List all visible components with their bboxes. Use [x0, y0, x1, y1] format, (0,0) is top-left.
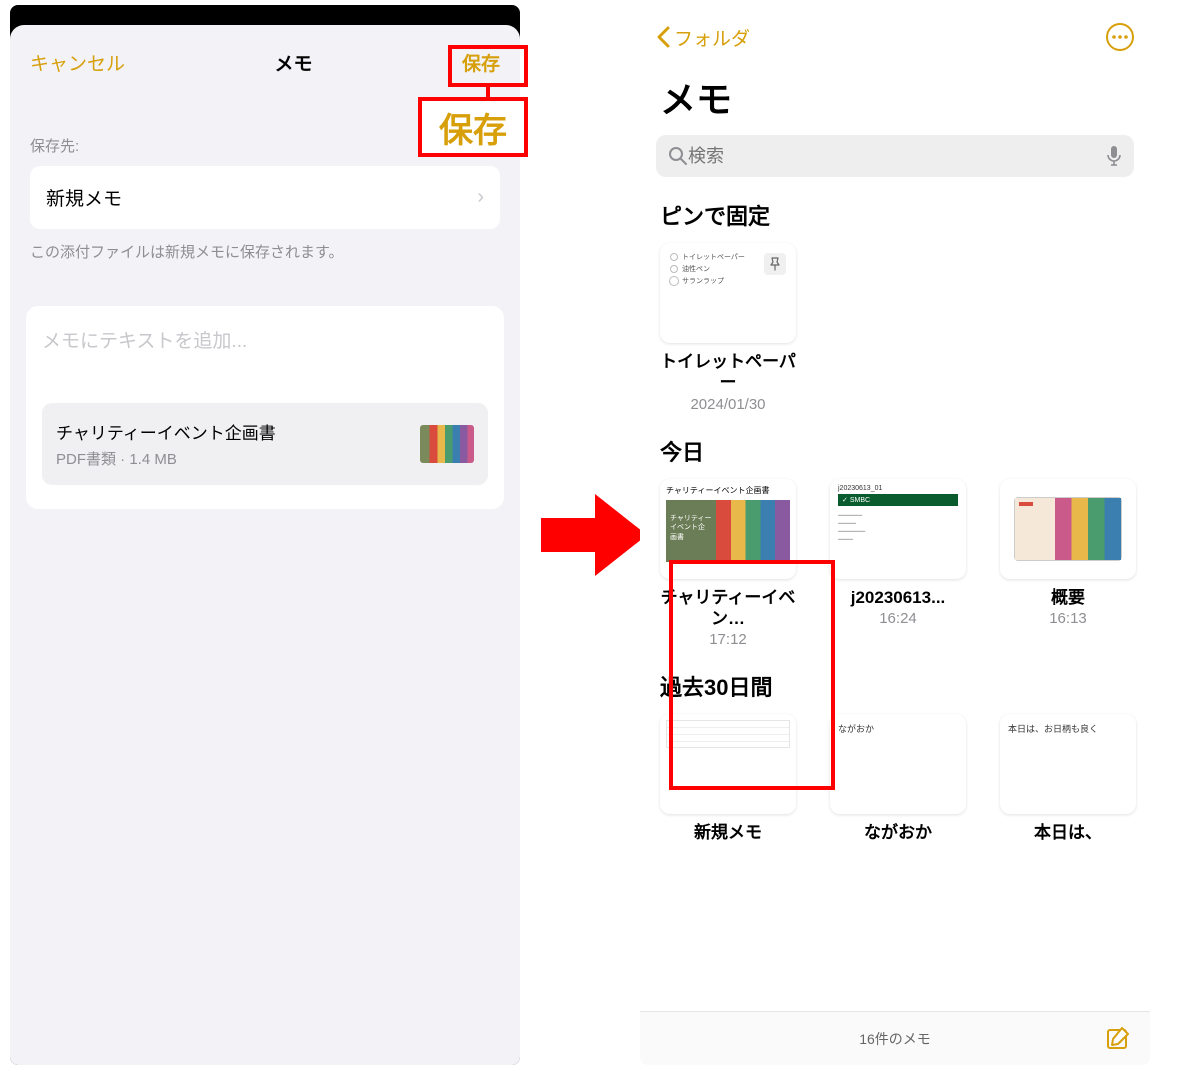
note-title: 概要	[1051, 587, 1085, 608]
note-title: 本日は、	[1034, 822, 1102, 843]
notes-list-header: フォルダ	[640, 5, 1150, 57]
save-sheet: キャンセル メモ 保存 保存先: 新規メモ › この添付ファイルは新規メモに保存…	[10, 25, 520, 1065]
today-note-j[interactable]: j20230613_01 ✓ SMBC ━━━━━━━━━━━━━━━━━━━━…	[830, 479, 966, 649]
note-text-card: メモにテキストを追加... チャリティーイベント企画書 PDF書類 · 1.4 …	[26, 306, 504, 509]
pinned-note-card[interactable]: トイレットペーパー 油性ペン サランラップ トイレットペーパー 2024/01/…	[660, 243, 796, 413]
attachment-meta: PDF書類 · 1.4 MB	[56, 448, 276, 469]
note-thumbnail: 本日は、お日柄も良く	[1000, 714, 1136, 814]
save-destination-row[interactable]: 新規メモ ›	[30, 166, 500, 229]
attachment-row[interactable]: チャリティーイベント企画書 PDF書類 · 1.4 MB	[42, 403, 488, 485]
back-button[interactable]: フォルダ	[656, 24, 750, 51]
section-pinned-header: ピンで固定	[640, 177, 1150, 243]
page-title: メモ	[640, 57, 1150, 135]
attachment-thumbnail	[420, 425, 474, 463]
cancel-button[interactable]: キャンセル	[30, 49, 125, 76]
note-title: 新規メモ	[694, 822, 762, 843]
past-note-honjitsu[interactable]: 本日は、お日柄も良く 本日は、	[1000, 714, 1136, 843]
search-input[interactable]	[688, 146, 1106, 167]
pinned-preview-lines: トイレットペーパー 油性ペン サランラップ	[682, 252, 745, 288]
highlight-save-big: 保存	[418, 97, 528, 157]
note-title: トイレットペーパー	[660, 351, 796, 394]
right-phone: フォルダ メモ ピンで固定 トイレットペーパー 油性ペン サランラップ トイレッ…	[640, 5, 1150, 1065]
note-time: 16:13	[1049, 610, 1087, 627]
section-today-header: 今日	[640, 413, 1150, 479]
arrow-right-icon	[541, 494, 647, 576]
compose-icon	[1106, 1026, 1132, 1052]
notes-count: 16件のメモ	[859, 1029, 931, 1049]
chevron-left-icon	[656, 26, 670, 48]
bottom-toolbar: 16件のメモ	[640, 1011, 1150, 1065]
sheet-title: メモ	[274, 49, 312, 76]
past-note-nagaoka[interactable]: ながおか ながおか	[830, 714, 966, 843]
mic-icon[interactable]	[1106, 145, 1122, 167]
pin-icon	[764, 253, 786, 275]
sheet-header: キャンセル メモ 保存	[10, 25, 520, 100]
pinned-grid: トイレットペーパー 油性ペン サランラップ トイレットペーパー 2024/01/…	[640, 243, 1150, 413]
attachment-info: チャリティーイベント企画書 PDF書類 · 1.4 MB	[56, 419, 276, 469]
save-description: この添付ファイルは新規メモに保存されます。	[30, 241, 500, 262]
note-title: ながおか	[864, 822, 932, 843]
more-icon	[1112, 35, 1128, 39]
attachment-title: チャリティーイベント企画書	[56, 419, 276, 444]
search-icon	[668, 146, 688, 166]
save-destination-name: 新規メモ	[46, 184, 122, 211]
left-phone: キャンセル メモ 保存 保存先: 新規メモ › この添付ファイルは新規メモに保存…	[10, 5, 520, 1065]
chevron-right-icon: ›	[477, 186, 484, 209]
back-label: フォルダ	[674, 24, 750, 51]
note-text-input[interactable]: メモにテキストを追加...	[42, 326, 488, 353]
today-note-overview[interactable]: 概要 16:13	[1000, 479, 1136, 649]
note-thumbnail	[1000, 479, 1136, 579]
note-date: 2024/01/30	[690, 396, 765, 413]
highlight-save-small	[448, 45, 528, 87]
more-button[interactable]	[1106, 23, 1134, 51]
note-thumbnail: トイレットペーパー 油性ペン サランラップ	[660, 243, 796, 343]
compose-button[interactable]	[1106, 1026, 1132, 1052]
note-thumbnail: j20230613_01 ✓ SMBC ━━━━━━━━━━━━━━━━━━━━…	[830, 479, 966, 579]
note-thumbnail: ながおか	[830, 714, 966, 814]
highlight-today-first	[669, 560, 835, 790]
note-time: 16:24	[879, 610, 917, 627]
note-title: j20230613...	[851, 587, 946, 608]
search-bar[interactable]	[656, 135, 1134, 177]
